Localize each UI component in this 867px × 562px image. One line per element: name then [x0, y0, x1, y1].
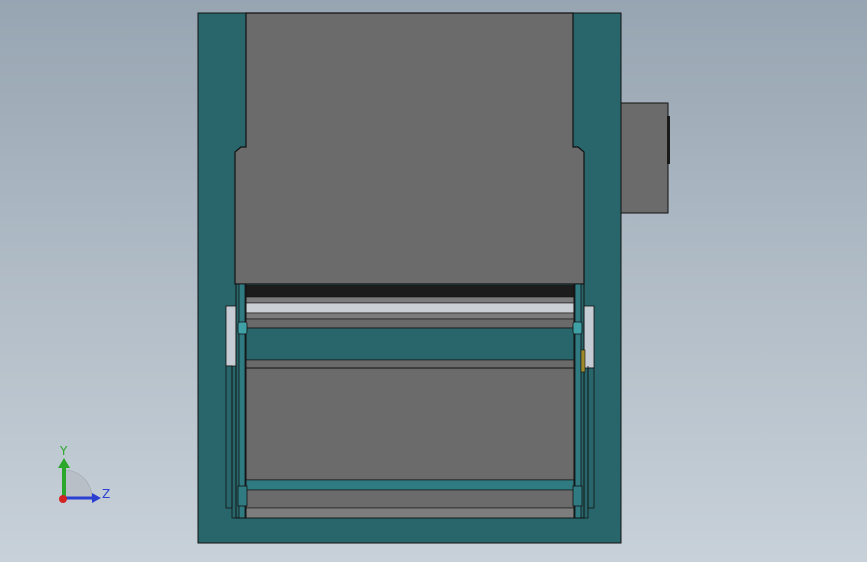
- lower-teal-band: [245, 479, 575, 491]
- roller-strip-1: [245, 296, 575, 304]
- cad-viewport[interactable]: Y Z: [0, 0, 867, 562]
- right-knob[interactable]: [572, 321, 583, 335]
- triad-plane-arc: [63, 469, 93, 499]
- triad-y-arrowhead: [58, 458, 70, 468]
- grey-strip-under-band: [245, 359, 575, 369]
- triad-origin: [59, 495, 67, 503]
- roller-strip-2: [245, 312, 575, 320]
- right-yellow-tab: [580, 349, 586, 373]
- right-rail-outer: [587, 367, 595, 509]
- triad-y-label: Y: [59, 444, 68, 458]
- roller-strip-light: [245, 302, 575, 314]
- triad-z-label: Z: [102, 487, 110, 501]
- left-rail-outer: [225, 365, 233, 509]
- motor-box-shaft: [667, 116, 670, 164]
- left-post: [238, 283, 246, 519]
- upper-panel[interactable]: [234, 12, 585, 285]
- lower-grey-strip: [245, 489, 575, 509]
- cad-model-drawing[interactable]: Y Z: [0, 0, 867, 562]
- view-triad[interactable]: Y Z: [58, 444, 110, 503]
- dark-roller: [246, 285, 574, 297]
- lower-light-strip: [245, 507, 575, 519]
- lower-panel[interactable]: [245, 367, 575, 481]
- teal-band: [245, 327, 575, 361]
- right-post: [574, 283, 582, 519]
- left-lower-knob: [237, 485, 248, 507]
- right-lower-knob: [572, 485, 583, 507]
- left-knob[interactable]: [237, 321, 248, 335]
- side-motor-box[interactable]: [620, 102, 669, 214]
- roller-strip-3: [245, 318, 575, 329]
- triad-z-arrowhead: [92, 493, 101, 503]
